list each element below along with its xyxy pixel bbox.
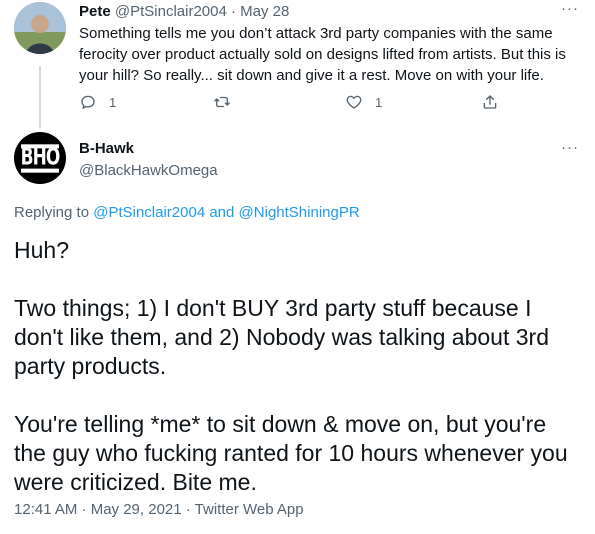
author-handle[interactable]: @BlackHawkOmega — [79, 161, 218, 181]
heart-icon — [346, 95, 362, 109]
replying-to-line: Replying to @PtSinclair2004 and @NightSh… — [14, 203, 360, 223]
avatar[interactable] — [14, 2, 66, 54]
tweet-paragraph: Two things; 1) I don't BUY 3rd party stu… — [14, 295, 549, 379]
reply-count: 1 — [109, 94, 117, 110]
share-button[interactable] — [481, 93, 499, 111]
avatar[interactable]: BHO — [14, 132, 66, 184]
mention-link[interactable]: @NightShiningPR — [239, 204, 360, 221]
reply-tweet-text: Something tells me you don’t attack 3rd … — [79, 25, 566, 84]
like-count: 1 — [375, 94, 383, 110]
mention-conjunction[interactable]: and — [209, 204, 234, 221]
author-name[interactable]: B-Hawk — [79, 139, 134, 159]
more-options-icon[interactable]: ··· — [561, 139, 579, 156]
tweet-date[interactable]: May 28 — [240, 3, 289, 20]
like-button[interactable]: 1 — [345, 93, 382, 111]
replying-to-label: Replying to — [14, 204, 90, 221]
thread-connector-line — [39, 66, 41, 128]
tweet-timestamp-meta[interactable]: 12:41 AM · May 29, 2021 · Twitter Web Ap… — [14, 500, 304, 520]
retweet-button[interactable] — [213, 93, 231, 111]
author-handle[interactable]: @PtSinclair2004 — [115, 3, 227, 20]
tweet-paragraph: Huh? — [14, 237, 69, 263]
reply-tweet-header: Pete @PtSinclair2004 · May 28 — [79, 2, 289, 22]
profile-photo-icon — [14, 2, 66, 54]
share-icon — [483, 95, 497, 109]
reply-tweet-actions: 1 1 — [79, 93, 509, 115]
tweet-paragraph: You're telling *me* to sit down & move o… — [14, 411, 568, 495]
main-tweet-text: Huh? Two things; 1) I don't BUY 3rd part… — [14, 236, 584, 497]
more-options-icon[interactable]: ··· — [561, 0, 579, 17]
mention-link[interactable]: @PtSinclair2004 — [93, 204, 205, 221]
separator-dot: · — [230, 3, 236, 20]
retweet-icon — [214, 96, 230, 108]
author-name[interactable]: Pete — [79, 3, 111, 20]
reply-button[interactable]: 1 — [79, 93, 116, 111]
avatar-logo: BHO — [20, 143, 60, 173]
reply-bubble-icon — [81, 95, 95, 110]
